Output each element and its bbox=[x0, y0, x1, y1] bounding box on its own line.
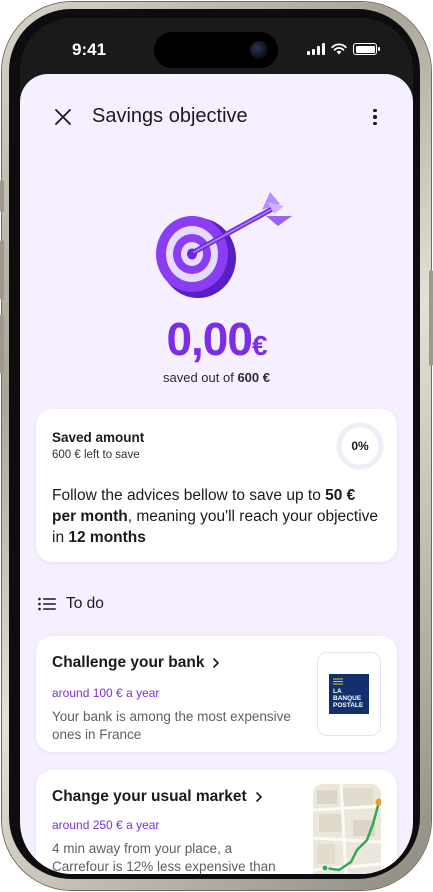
task-card-challenge-bank[interactable]: Challenge your bank around 100 € a year … bbox=[36, 636, 397, 752]
target-amount: 600 € bbox=[237, 370, 270, 385]
advice-text: Follow the advices bellow to save up to … bbox=[52, 487, 379, 546]
phone-volume-down-button bbox=[0, 314, 4, 374]
task-card-change-market[interactable]: Change your usual market around 250 € a … bbox=[36, 770, 397, 874]
task-title[interactable]: Change your usual market bbox=[52, 788, 263, 806]
left-to-save-text: 600 € left to save bbox=[52, 449, 140, 461]
status-icons bbox=[307, 43, 380, 55]
phone-volume-up-button bbox=[0, 240, 4, 300]
more-options-button[interactable] bbox=[363, 104, 387, 130]
saved-amount-value: 0,00€ bbox=[166, 313, 268, 365]
map-thumbnail bbox=[313, 784, 381, 874]
page-title: Savings objective bbox=[92, 105, 248, 127]
status-time: 9:41 bbox=[72, 40, 107, 59]
task-title[interactable]: Challenge your bank bbox=[52, 654, 220, 672]
more-vertical-icon bbox=[373, 108, 377, 113]
task-amount: around 100 € a year bbox=[52, 686, 160, 700]
phone-action-button bbox=[0, 180, 4, 212]
front-camera bbox=[250, 41, 268, 59]
target-dart-illustration bbox=[156, 192, 292, 298]
progress-percent: 0% bbox=[351, 439, 369, 453]
chevron-right-icon bbox=[213, 658, 220, 668]
top-bar: Savings objective bbox=[20, 74, 413, 156]
battery-icon bbox=[353, 43, 380, 55]
status-bar: 9:41 bbox=[20, 18, 413, 76]
app-view: Savings objective 0,00€ saved out of 600… bbox=[20, 74, 413, 874]
saved-out-of-text: saved out of 600 € bbox=[163, 370, 270, 385]
saved-card-title: Saved amount bbox=[52, 430, 145, 445]
chevron-right-icon bbox=[255, 792, 262, 802]
saved-amount-card: Saved amount 600 € left to save 0% Follo… bbox=[36, 409, 397, 562]
close-button[interactable] bbox=[50, 104, 76, 130]
cellular-signal-icon bbox=[307, 43, 325, 55]
close-icon bbox=[55, 109, 71, 125]
task-description: Your bank is among the most expensive on… bbox=[52, 709, 291, 742]
origin-dot-icon bbox=[321, 864, 329, 872]
wifi-icon bbox=[331, 43, 347, 55]
currency-symbol: € bbox=[251, 330, 268, 361]
phone-power-button bbox=[429, 270, 433, 366]
todo-label: To do bbox=[66, 595, 104, 612]
dynamic-island bbox=[154, 32, 278, 68]
bank-logo-container: LA BANQUE POSTALE bbox=[317, 652, 381, 736]
la-banque-postale-logo: LA BANQUE POSTALE bbox=[329, 674, 369, 714]
task-description: 4 min away from your place, a Carrefour … bbox=[52, 841, 276, 874]
phone-screen: 9:41 Savings objective 0,00€ saved out o… bbox=[20, 18, 413, 874]
list-icon bbox=[38, 597, 56, 611]
task-amount: around 250 € a year bbox=[52, 818, 160, 832]
todo-section-header: To do bbox=[38, 595, 104, 613]
